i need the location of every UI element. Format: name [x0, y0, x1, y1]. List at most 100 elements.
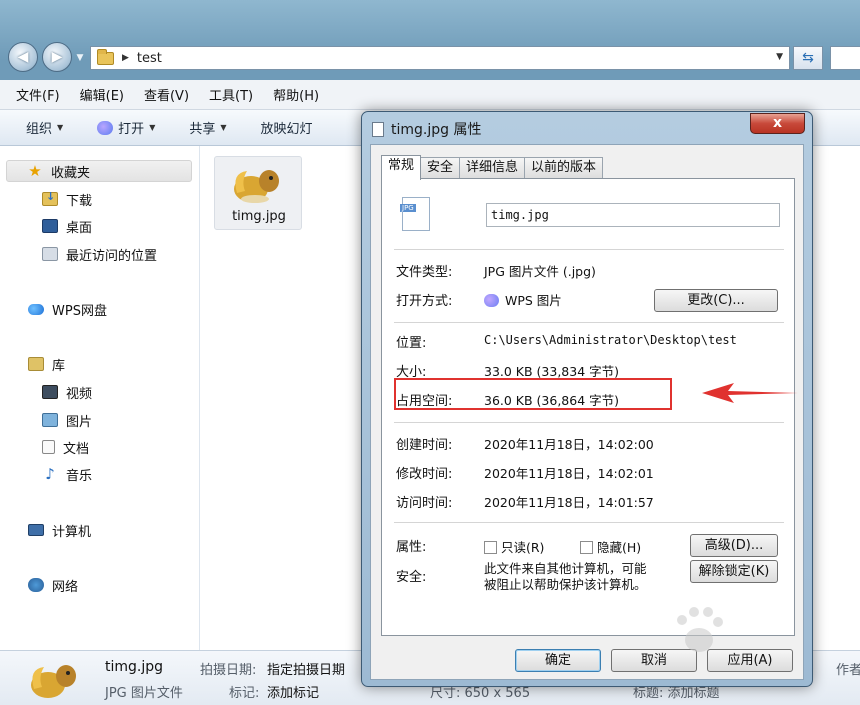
details-tag-label: 标记:	[229, 686, 260, 701]
nav-label: 计算机	[52, 524, 92, 540]
nav-label: 库	[52, 358, 66, 374]
nav-desktop[interactable]: 桌面	[42, 215, 92, 237]
change-button[interactable]: 更改(C)...	[654, 289, 778, 312]
file-item-timg[interactable]: timg.jpg	[214, 156, 302, 230]
nav-label: 收藏夹	[51, 165, 91, 181]
squirrel-thumbnail-icon	[31, 665, 76, 698]
jpg-file-icon	[400, 197, 430, 231]
document-icon	[42, 440, 55, 454]
nav-videos[interactable]: 视频	[42, 381, 92, 403]
nav-libraries[interactable]: 库	[28, 353, 65, 375]
refresh-button[interactable]: ⇆	[793, 46, 823, 70]
menu-file[interactable]: 文件(F)	[16, 85, 60, 104]
created-value: 2020年11月18日，14:02:00	[484, 437, 654, 452]
checkbox-icon	[484, 541, 497, 554]
open-button[interactable]: 打开 ▼	[97, 118, 155, 137]
cancel-button[interactable]: 取消	[611, 649, 697, 672]
details-author-label: 作者	[836, 663, 860, 678]
nav-music[interactable]: ♪ 音乐	[42, 463, 92, 485]
separator	[394, 249, 784, 250]
nav-documents[interactable]: 文档	[42, 436, 89, 458]
dialog-title-bar[interactable]: timg.jpg 属性	[372, 118, 481, 140]
separator	[394, 522, 784, 523]
filename-input[interactable]: timg.jpg	[486, 203, 780, 227]
details-file-type: JPG 图片文件	[105, 686, 183, 701]
address-path: test	[136, 50, 162, 66]
window-title-strip	[0, 0, 860, 36]
separator	[394, 322, 784, 323]
properties-dialog: timg.jpg 属性 x 常规 安全 详细信息 以前的版本 timg.jpg …	[361, 111, 813, 687]
recent-pages-dropdown-icon[interactable]: ▼	[74, 52, 86, 64]
location-label: 位置:	[396, 336, 427, 351]
tab-details[interactable]: 详细信息	[459, 157, 526, 179]
nav-label: 网络	[52, 579, 79, 595]
folder-icon	[97, 48, 114, 65]
desktop-icon	[42, 219, 58, 233]
menu-edit[interactable]: 编辑(E)	[80, 85, 124, 104]
attributes-label: 属性:	[396, 540, 427, 555]
apply-button[interactable]: 应用(A)	[707, 649, 793, 672]
address-dropdown-icon[interactable]: ▼	[776, 52, 783, 62]
organize-button[interactable]: 组织 ▼	[26, 118, 63, 137]
ok-button[interactable]: 确定	[515, 649, 601, 672]
file-type-label: 文件类型:	[396, 265, 453, 280]
accessed-value: 2020年11月18日，14:01:57	[484, 495, 654, 510]
hidden-checkbox[interactable]: 隐藏(H)	[580, 537, 641, 556]
music-note-icon: ♪	[45, 465, 55, 483]
recent-places-icon	[42, 247, 58, 261]
back-button[interactable]: ◀	[8, 42, 38, 72]
accessed-label: 访问时间:	[396, 496, 453, 511]
menu-tools[interactable]: 工具(T)	[209, 85, 253, 104]
pictures-icon	[42, 413, 58, 427]
nav-pictures[interactable]: 图片	[42, 409, 92, 431]
open-with-label: 打开方式:	[396, 294, 453, 309]
security-text-line2: 被阻止以帮助保护该计算机。	[484, 577, 647, 592]
close-button[interactable]: x	[750, 113, 805, 134]
organize-label: 组织	[26, 122, 53, 137]
breadcrumb-arrow-icon[interactable]: ▶	[122, 53, 129, 63]
caret-down-icon: ▼	[149, 123, 156, 132]
address-bar[interactable]: ▶ test ▼	[90, 46, 790, 70]
hidden-label: 隐藏(H)	[597, 540, 642, 555]
menu-help[interactable]: 帮助(H)	[273, 85, 319, 104]
caret-down-icon: ▼	[57, 123, 64, 132]
details-date-label: 拍摄日期:	[200, 663, 257, 678]
nav-favorites[interactable]: ★ 收藏夹	[6, 160, 192, 182]
caret-down-icon: ▼	[220, 123, 227, 132]
details-file-name: timg.jpg	[105, 659, 164, 675]
unblock-button[interactable]: 解除锁定(K)	[690, 560, 778, 583]
advanced-button[interactable]: 高级(D)...	[690, 534, 778, 557]
share-label: 共享	[189, 122, 216, 137]
file-name: timg.jpg	[232, 209, 286, 224]
readonly-checkbox[interactable]: 只读(R)	[484, 537, 544, 556]
video-icon	[42, 385, 58, 399]
tab-security[interactable]: 安全	[420, 157, 461, 179]
security-label: 安全:	[396, 570, 427, 585]
star-icon: ★	[28, 162, 42, 180]
slideshow-button[interactable]: 放映幻灯	[261, 118, 313, 137]
tab-general[interactable]: 常规	[381, 155, 422, 180]
cloud-icon	[28, 303, 44, 315]
separator	[394, 422, 784, 423]
nav-computer[interactable]: 计算机	[28, 519, 91, 541]
details-tag-value[interactable]: 添加标记	[267, 682, 319, 701]
location-value: C:\Users\Administrator\Desktop\test	[484, 333, 737, 347]
nav-wps-cloud[interactable]: WPS网盘	[28, 298, 107, 320]
nav-label: WPS网盘	[52, 303, 107, 319]
nav-recent[interactable]: 最近访问的位置	[42, 243, 157, 265]
tab-previous-versions[interactable]: 以前的版本	[524, 157, 604, 179]
nav-network[interactable]: 网络	[28, 574, 78, 596]
search-input[interactable]	[830, 46, 860, 70]
modified-label: 修改时间:	[396, 467, 453, 482]
checkbox-icon	[580, 541, 593, 554]
size-highlight-box	[394, 378, 672, 410]
details-date-value[interactable]: 指定拍摄日期	[267, 659, 345, 678]
forward-button[interactable]: ▶	[42, 42, 72, 72]
open-label: 打开	[118, 122, 145, 137]
readonly-label: 只读(R)	[501, 540, 545, 555]
library-icon	[28, 357, 44, 371]
share-button[interactable]: 共享 ▼	[189, 118, 226, 137]
nav-downloads[interactable]: 下载	[42, 188, 92, 210]
download-folder-icon	[42, 190, 58, 206]
menu-view[interactable]: 查看(V)	[144, 85, 189, 104]
